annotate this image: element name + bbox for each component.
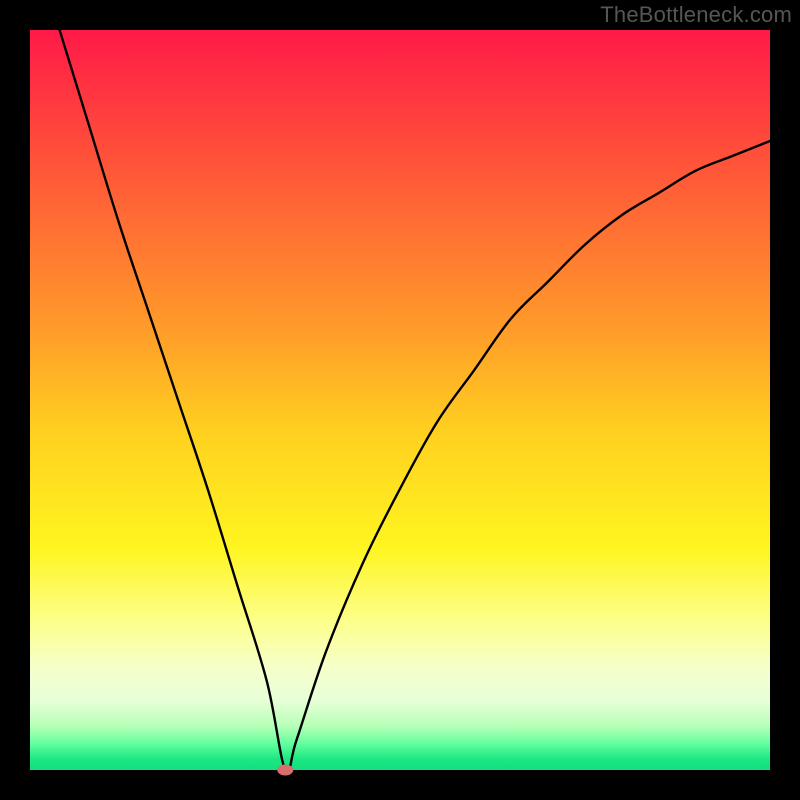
plot-background (30, 30, 770, 770)
bottleneck-chart (0, 0, 800, 800)
optimal-marker (277, 765, 293, 776)
chart-frame: TheBottleneck.com (0, 0, 800, 800)
watermark-text: TheBottleneck.com (600, 2, 792, 28)
